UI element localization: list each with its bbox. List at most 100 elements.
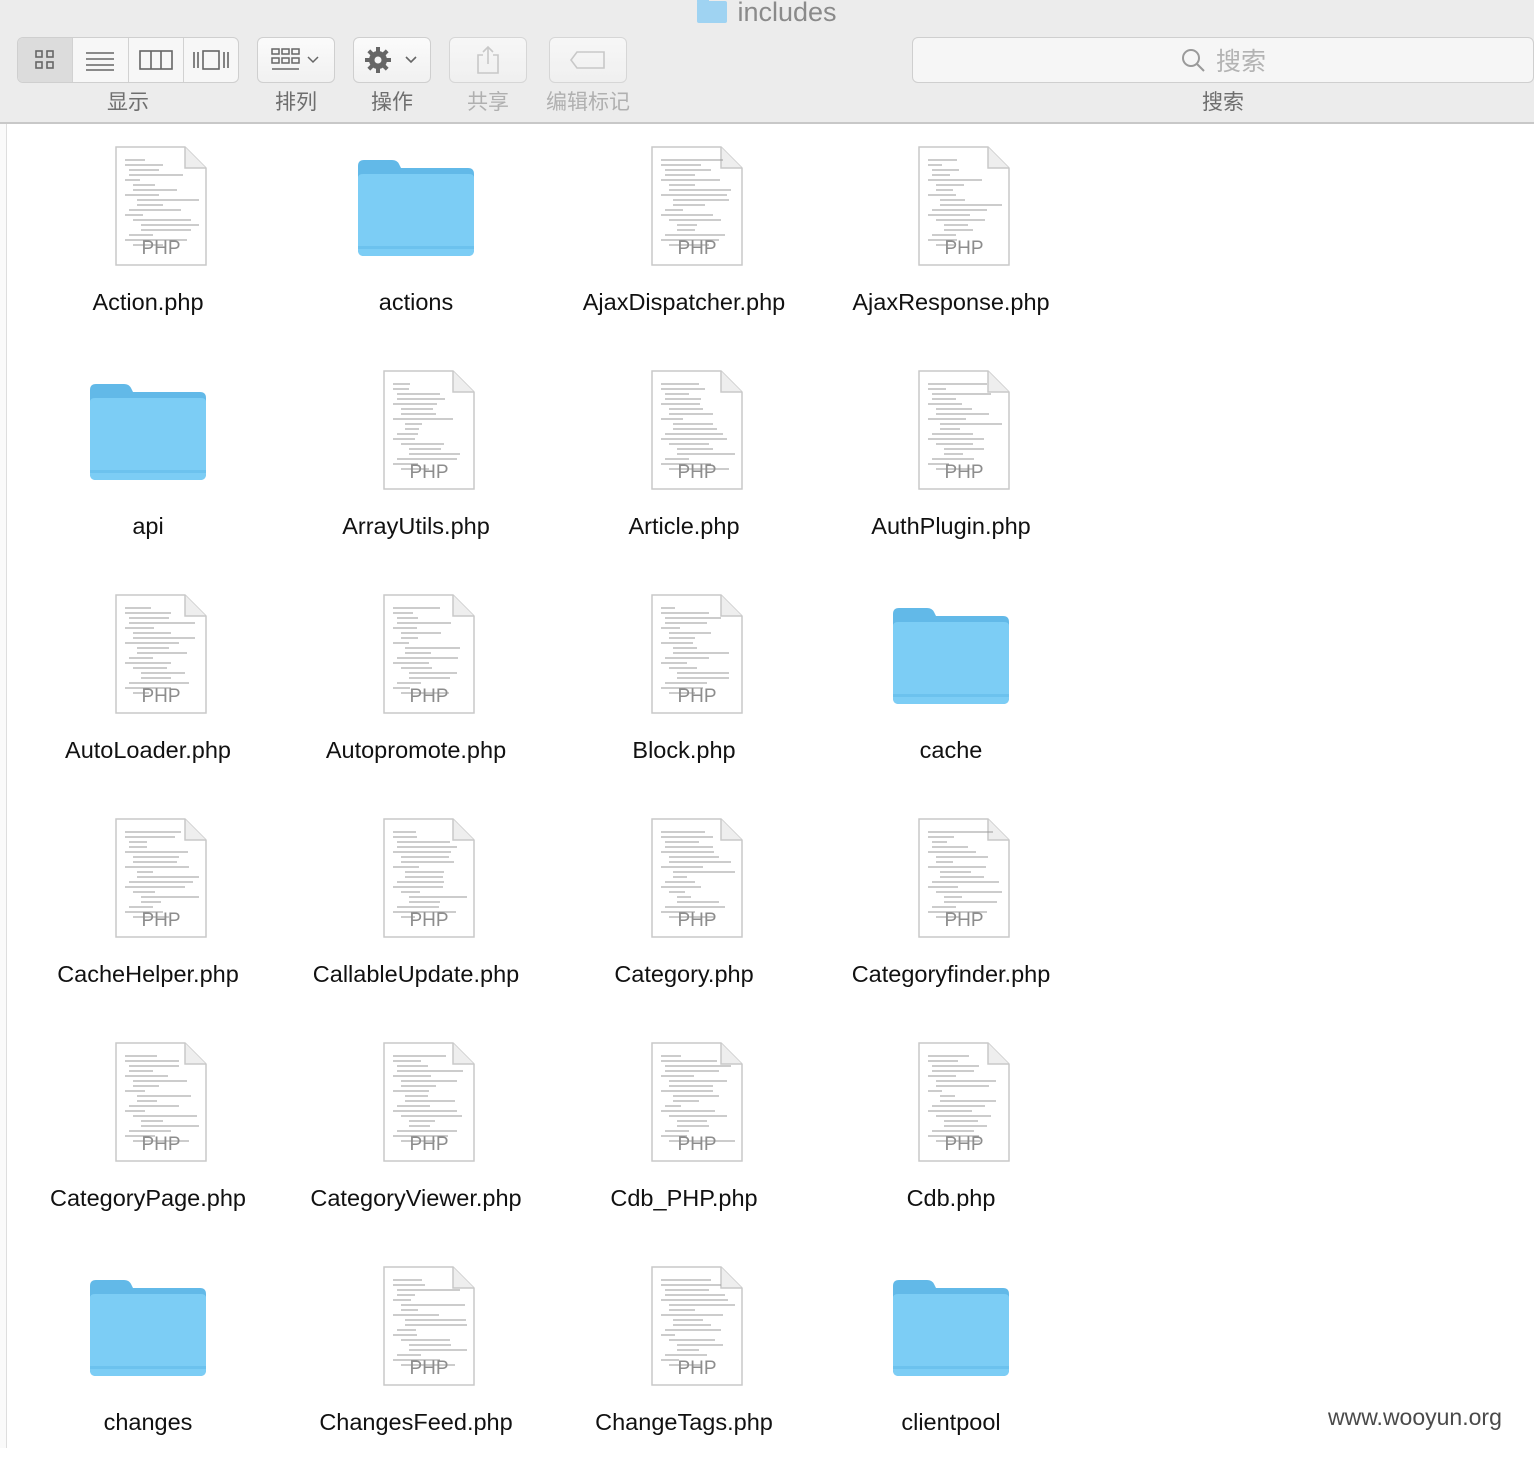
file-item-cdb-php-php[interactable]: PHP Cdb_PHP.php (550, 1026, 818, 1242)
php-file-icon: PHP (356, 588, 476, 718)
file-grid: PHP Action.php actions PHP AjaxDispatcher.ph… (0, 124, 1534, 1448)
php-file-icon: PHP (891, 812, 1011, 942)
document-icon: PHP (651, 818, 743, 938)
php-badge: PHP (677, 686, 717, 707)
window-title: includes (0, 0, 1534, 30)
file-item-article-php[interactable]: PHP Article.php (550, 354, 818, 570)
php-badge: PHP (677, 1358, 717, 1379)
file-name: changes (103, 1409, 193, 1435)
file-name: CategoryPage.php (50, 1185, 246, 1211)
php-file-icon: PHP (891, 1036, 1011, 1166)
folder-icon (891, 1260, 1011, 1390)
php-file-icon: PHP (624, 1036, 744, 1166)
column-view-button[interactable] (129, 38, 184, 82)
window-title-text: includes (737, 0, 837, 27)
file-name: Article.php (628, 513, 740, 539)
document-icon: PHP (918, 370, 1010, 490)
file-item-cachehelper-php[interactable]: PHP CacheHelper.php (14, 802, 282, 1018)
file-name: api (132, 513, 164, 539)
file-name: Categoryfinder.php (851, 961, 1051, 987)
tag-icon (570, 51, 605, 69)
search-field[interactable]: 搜索 (912, 37, 1534, 83)
document-icon: PHP (115, 594, 207, 714)
edit-tags-label: 编辑标记 (546, 91, 630, 114)
file-item-ajaxdispatcher-php[interactable]: PHP AjaxDispatcher.php (550, 130, 818, 346)
columns-icon (138, 50, 173, 70)
php-file-icon: PHP (624, 140, 744, 270)
php-badge: PHP (409, 462, 449, 483)
document-icon: PHP (918, 146, 1010, 266)
php-badge: PHP (944, 1134, 984, 1155)
file-name: ChangeTags.php (595, 1409, 773, 1435)
php-badge: PHP (141, 238, 181, 259)
file-item-categoryfinder-php[interactable]: PHP Categoryfinder.php (817, 802, 1085, 1018)
arrange-button[interactable] (257, 37, 335, 83)
action-button[interactable] (353, 37, 431, 83)
document-icon: PHP (383, 594, 475, 714)
php-file-icon: PHP (88, 812, 208, 942)
file-item-autopromote-php[interactable]: PHP Autopromote.php (282, 578, 550, 794)
share-button[interactable] (449, 37, 527, 83)
icon-view-button[interactable] (18, 38, 74, 82)
php-file-icon: PHP (891, 364, 1011, 494)
php-badge: PHP (677, 462, 717, 483)
document-icon: PHP (383, 818, 475, 938)
file-name: Category.php (614, 961, 754, 987)
document-icon: PHP (918, 1042, 1010, 1162)
file-item-cdb-php[interactable]: PHP Cdb.php (817, 1026, 1085, 1242)
file-name: Cdb_PHP.php (610, 1185, 758, 1211)
search-icon (1181, 49, 1205, 72)
list-view-button[interactable] (73, 38, 129, 82)
file-name: Action.php (92, 289, 204, 315)
file-item-block-php[interactable]: PHP Block.php (550, 578, 818, 794)
file-item-categoryviewer-php[interactable]: PHP CategoryViewer.php (282, 1026, 550, 1242)
toolbar: includes 显示 排列 操作 共享 编辑标记 搜索 搜索 (0, 0, 1534, 124)
file-name: ChangesFeed.php (319, 1409, 513, 1435)
document-icon: PHP (383, 1042, 475, 1162)
document-icon: PHP (383, 1266, 475, 1386)
file-item-changesfeed-php[interactable]: PHP ChangesFeed.php (282, 1250, 550, 1466)
file-name: clientpool (901, 1409, 1001, 1435)
file-item-authplugin-php[interactable]: PHP AuthPlugin.php (817, 354, 1085, 570)
file-name: CategoryViewer.php (310, 1185, 522, 1211)
folder-item-changes[interactable]: changes (14, 1250, 282, 1466)
file-name: Block.php (632, 737, 736, 763)
php-badge: PHP (677, 1134, 717, 1155)
php-file-icon: PHP (356, 812, 476, 942)
file-name: Cdb.php (906, 1185, 996, 1211)
folder-item-cache[interactable]: cache (817, 578, 1085, 794)
document-icon: PHP (651, 594, 743, 714)
document-icon: PHP (115, 1042, 207, 1162)
file-item-category-php[interactable]: PHP Category.php (550, 802, 818, 1018)
php-file-icon: PHP (356, 1036, 476, 1166)
file-item-autoloader-php[interactable]: PHP AutoLoader.php (14, 578, 282, 794)
file-item-action-php[interactable]: PHP Action.php (14, 130, 282, 346)
php-file-icon: PHP (356, 1260, 476, 1390)
gallery-view-button[interactable] (184, 38, 238, 82)
folder-item-clientpool[interactable]: clientpool (817, 1250, 1085, 1466)
file-name: AutoLoader.php (65, 737, 231, 763)
view-mode-control (17, 37, 239, 83)
list-icon (86, 52, 115, 71)
file-item-categorypage-php[interactable]: PHP CategoryPage.php (14, 1026, 282, 1242)
folder-item-api[interactable]: api (14, 354, 282, 570)
file-item-arrayutils-php[interactable]: PHP ArrayUtils.php (282, 354, 550, 570)
php-file-icon: PHP (891, 140, 1011, 270)
edit-tags-button[interactable] (549, 37, 627, 83)
php-file-icon: PHP (624, 588, 744, 718)
folder-icon (88, 364, 208, 494)
file-name: actions (378, 289, 454, 315)
folder-item-actions[interactable]: actions (282, 130, 550, 346)
file-name: cache (919, 737, 983, 763)
php-badge: PHP (409, 1134, 449, 1155)
arrange-icon (271, 48, 319, 70)
file-item-changetags-php[interactable]: PHP ChangeTags.php (550, 1250, 818, 1466)
gear-icon (365, 47, 417, 73)
folder-icon (697, 0, 728, 23)
document-icon: PHP (651, 1042, 743, 1162)
document-icon: PHP (651, 370, 743, 490)
grid-icon (35, 50, 54, 69)
file-item-ajaxresponse-php[interactable]: PHP AjaxResponse.php (817, 130, 1085, 346)
file-item-callableupdate-php[interactable]: PHP CallableUpdate.php (282, 802, 550, 1018)
folder-icon (891, 588, 1011, 718)
